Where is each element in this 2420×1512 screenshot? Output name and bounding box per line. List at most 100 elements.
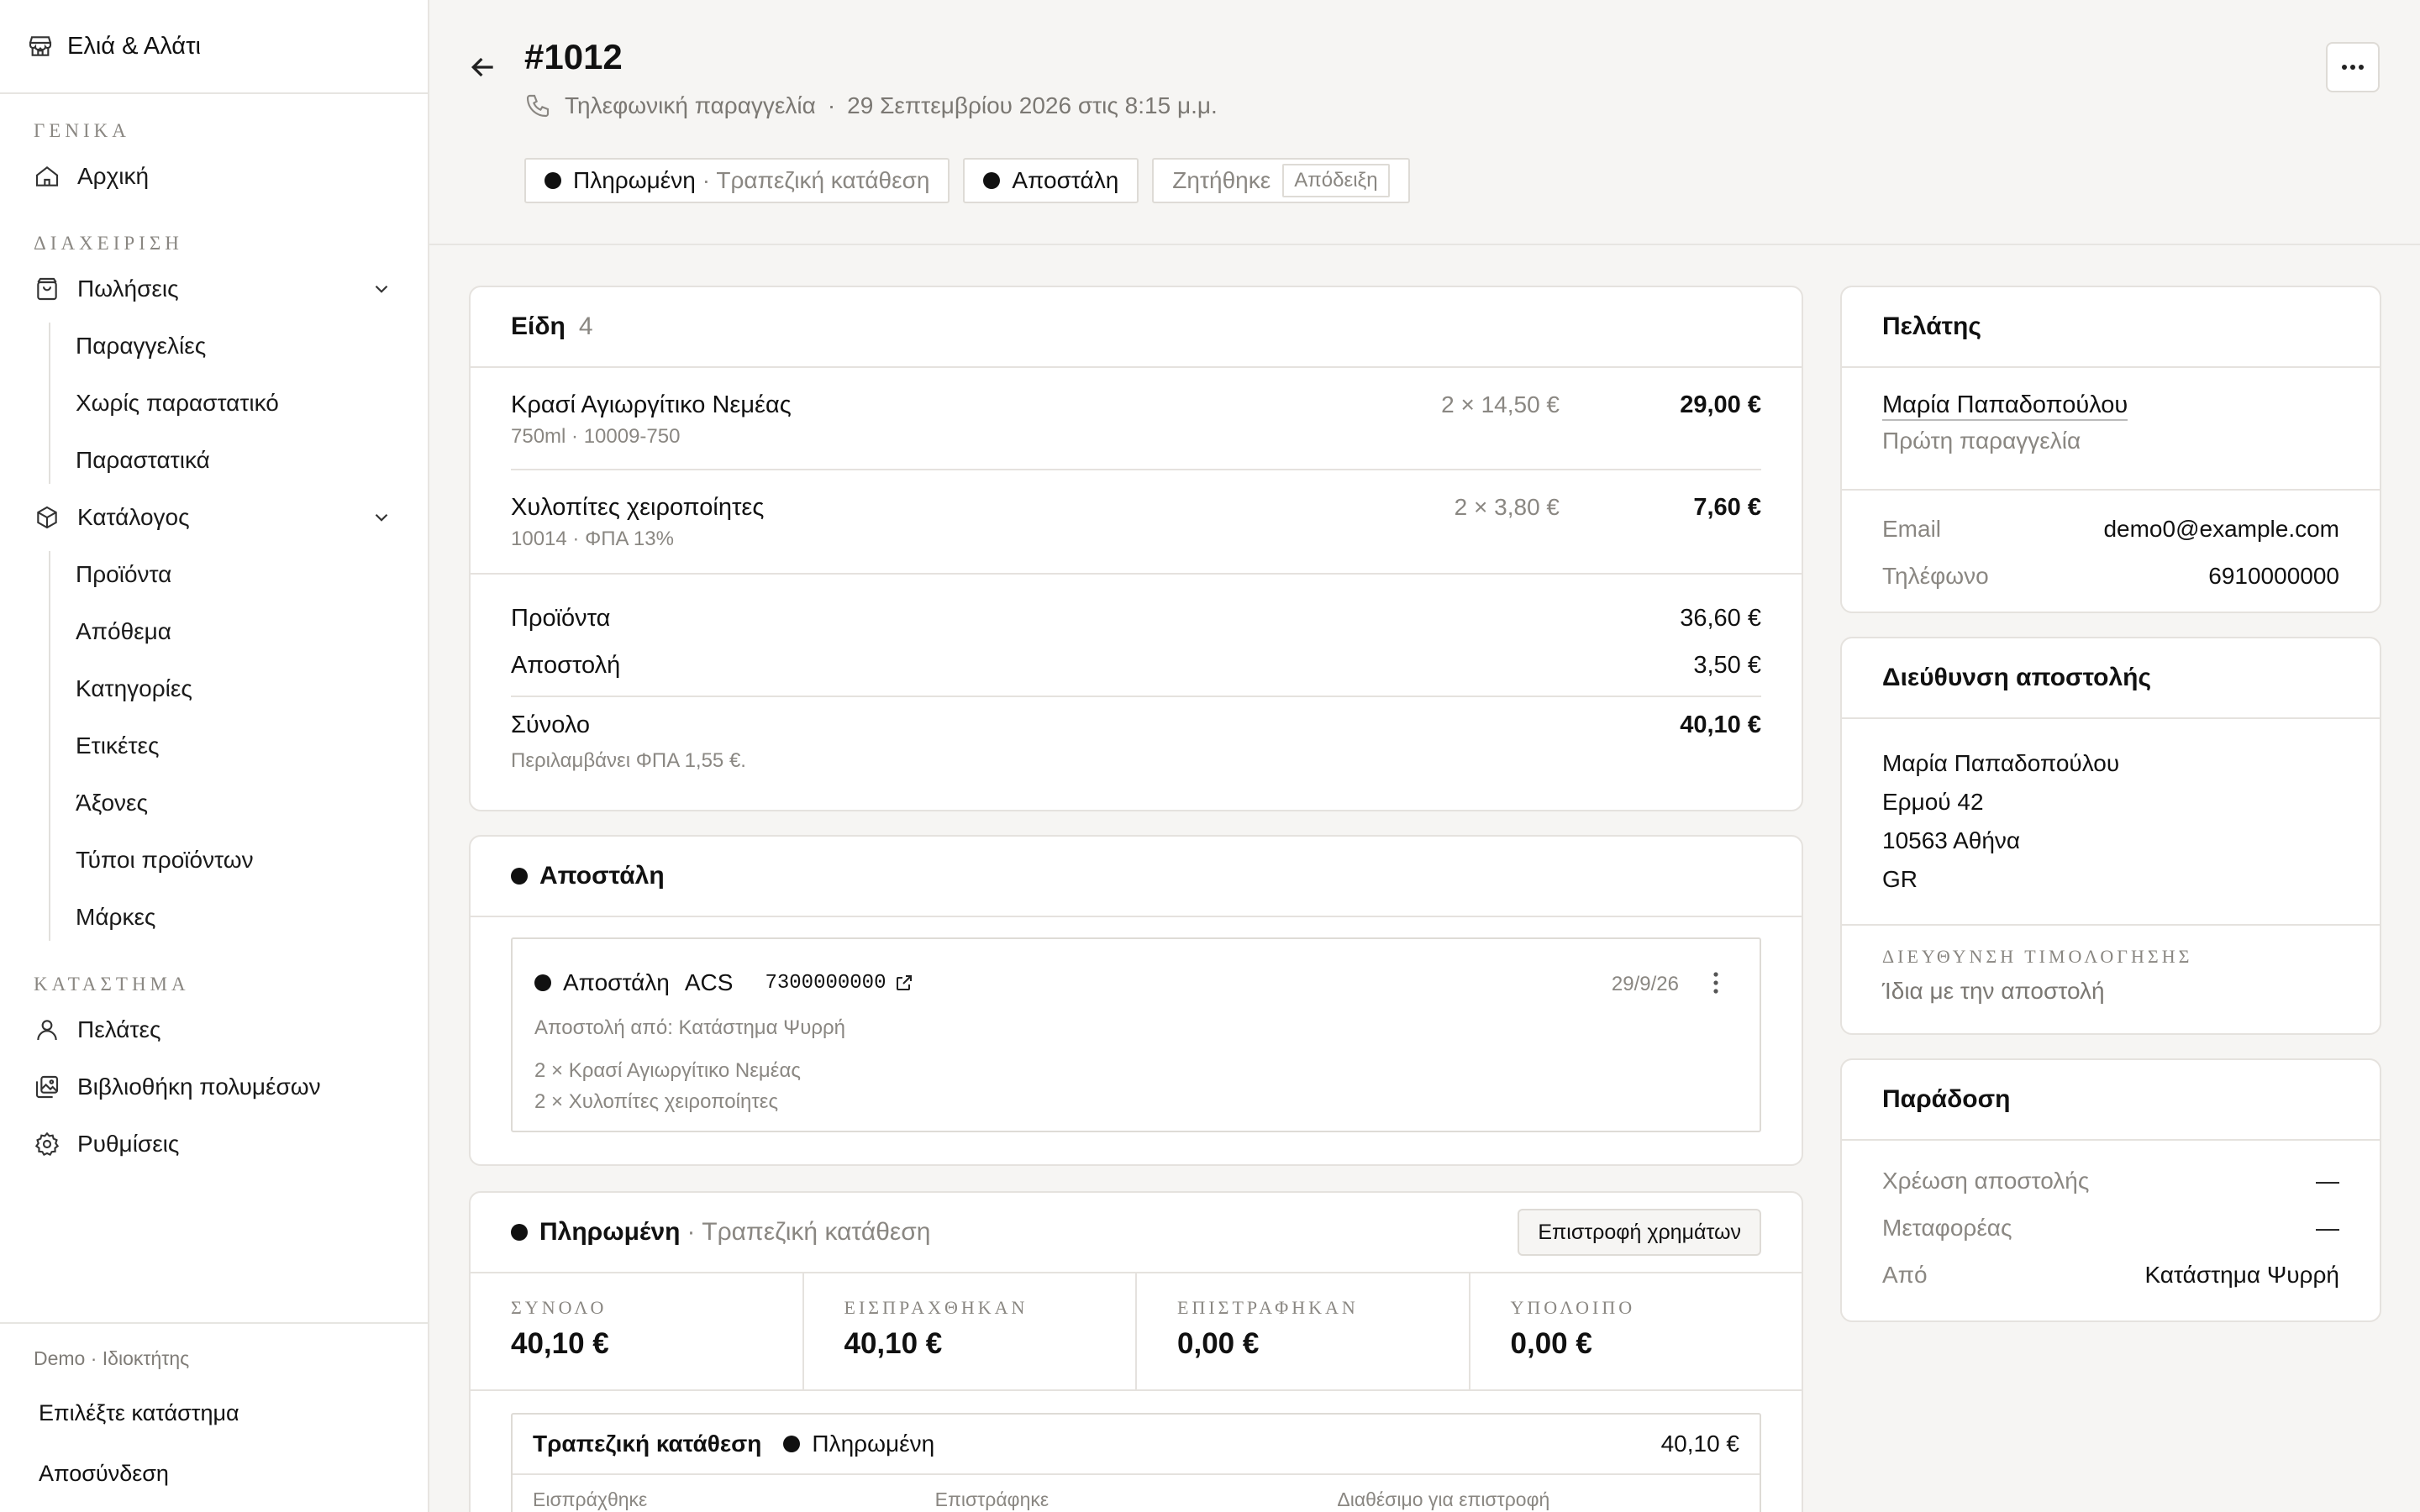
status-dot bbox=[983, 172, 1001, 189]
delivery-label: Χρέωση αποστολής bbox=[1882, 1168, 2090, 1194]
delivery-value: Κατάστημα Ψυρρή bbox=[2144, 1262, 2339, 1288]
billing-value: Ίδια με την αποστολή bbox=[1882, 978, 2105, 1004]
refund-button[interactable]: Επιστροφή χρημάτων bbox=[1518, 1209, 1761, 1256]
billing-title: ΔΙΕΥΘΥΝΣΗ ΤΙΜΟΛΟΓΗΣΗΣ bbox=[1882, 946, 2193, 967]
total-value: 40,10 € bbox=[1680, 711, 1761, 738]
total-row: Σύνολο 40,10 € bbox=[511, 696, 1761, 743]
kebab-menu-icon[interactable] bbox=[1711, 971, 1721, 995]
nav-sub-brands[interactable]: Μάρκες bbox=[0, 889, 428, 946]
delivery-row: Από Κατάστημα Ψυρρή bbox=[1842, 1252, 2380, 1299]
nav-item-label: Αρχική bbox=[77, 163, 150, 189]
nav-item-label: Πωλήσεις bbox=[77, 276, 179, 302]
card-header: Πληρωμένη · Τραπεζική κατάθεση Επιστροφή… bbox=[471, 1193, 1802, 1273]
delivery-row: Χρέωση αποστολής — bbox=[1842, 1158, 2380, 1205]
shipping-address-card: Διεύθυνση αποστολής Μαρία Παπαδοπούλου Ε… bbox=[1840, 637, 2381, 1035]
ellipsis-icon bbox=[2342, 65, 2364, 70]
nav-sub-stock[interactable]: Απόθεμα bbox=[0, 603, 428, 660]
order-meta: Τηλεφωνική παραγγελία · 29 Σεπτεμβρίου 2… bbox=[524, 92, 1218, 119]
nav-sub-documents[interactable]: Παραστατικά bbox=[0, 432, 428, 489]
more-actions-button[interactable] bbox=[2326, 42, 2380, 92]
arrow-left-icon[interactable] bbox=[466, 50, 500, 84]
shipping-row: Αποστολή 3,50 € bbox=[511, 642, 1761, 689]
nav-item-customers[interactable]: Πελάτες bbox=[0, 1001, 428, 1058]
nav-sub-categories[interactable]: Κατηγορίες bbox=[0, 660, 428, 717]
stat-label: ΕΙΣΠΡΑΧΘΗΚΑΝ bbox=[844, 1297, 1028, 1318]
sales-subnav: Παραγγελίες Χωρίς παραστατικό Παραστατικ… bbox=[0, 318, 428, 489]
nav-sub-no-document[interactable]: Χωρίς παραστατικό bbox=[0, 375, 428, 432]
carrier-name: ACS bbox=[684, 969, 734, 995]
gear-icon bbox=[34, 1131, 60, 1157]
stat-label: ΥΠΟΛΟΙΠΟ bbox=[1510, 1297, 1636, 1318]
phone-row: Τηλέφωνο 6910000000 bbox=[1842, 553, 2380, 600]
subtotal-value: 36,60 € bbox=[1680, 604, 1761, 632]
line-item[interactable]: Χυλοπίτες χειροποίητες 10014 · ΦΠΑ 13% 2… bbox=[511, 470, 1761, 573]
fulfillment-card: Αποστάλη Αποστάλη ACS 7300000000 29/9/26… bbox=[469, 835, 1803, 1166]
order-date: 29 Σεπτεμβρίου 2026 στις 8:15 μ.μ. bbox=[847, 92, 1218, 118]
phone-label: Τηλέφωνο bbox=[1882, 563, 1989, 589]
store-brand[interactable]: Ελιά & Αλάτι bbox=[0, 0, 428, 94]
nav-sub-orders[interactable]: Παραγγελίες bbox=[0, 318, 428, 375]
tracking-link[interactable]: 7300000000 bbox=[765, 972, 914, 995]
shipment-summary: Αποστάλη ACS 7300000000 bbox=[534, 969, 914, 996]
separator: · bbox=[827, 92, 836, 118]
subtotal-label: Προϊόντα bbox=[511, 604, 611, 632]
nav-item-label: Πελάτες bbox=[77, 1016, 161, 1042]
customer-name-link[interactable]: Μαρία Παπαδοπούλου bbox=[1882, 391, 2128, 421]
payment-status-badge: Πληρωμένη · Τραπεζική κατάθεση bbox=[524, 158, 950, 203]
nav-item-home[interactable]: Αρχική bbox=[0, 148, 428, 205]
logout-link[interactable]: Αποσύνδεση bbox=[0, 1443, 428, 1504]
nav-sub-tags[interactable]: Ετικέτες bbox=[0, 717, 428, 774]
phone-value[interactable]: 6910000000 bbox=[2208, 563, 2339, 590]
nav-section-manage: ΔΙΑΧΕΙΡΙΣΗ bbox=[34, 233, 183, 254]
store-icon bbox=[29, 36, 52, 56]
nav-sub-axes[interactable]: Άξονες bbox=[0, 774, 428, 832]
customer-note: Πρώτη παραγγελία bbox=[1882, 428, 2081, 454]
nav-section-store: ΚΑΤΑΣΤΗΜΑ bbox=[34, 974, 190, 995]
item-variant: 750ml · 10009-750 bbox=[511, 425, 681, 448]
payment-card: Πληρωμένη · Τραπεζική κατάθεση Επιστροφή… bbox=[469, 1191, 1803, 1512]
nav-item-sales[interactable]: Πωλήσεις bbox=[0, 260, 428, 318]
item-name[interactable]: Χυλοπίτες χειροποίητες bbox=[511, 494, 764, 522]
payment-summary: ΣΥΝΟΛΟ 40,10 € ΕΙΣΠΡΑΧΘΗΚΑΝ 40,10 € ΕΠΙΣ… bbox=[471, 1273, 1802, 1391]
stat-value: 0,00 € bbox=[1177, 1327, 1260, 1360]
transaction-amount: 40,10 € bbox=[1660, 1431, 1739, 1457]
total-label: Σύνολο bbox=[511, 711, 591, 738]
fulfillment-status-badge: Αποστάλη bbox=[963, 158, 1139, 203]
nav-item-media[interactable]: Βιβλιοθήκη πολυμέσων bbox=[0, 1058, 428, 1116]
stat-label: ΣΥΝΟΛΟ bbox=[511, 1297, 608, 1318]
order-totals: Προϊόντα 36,60 € Αποστολή 3,50 € Σύνολο … bbox=[471, 573, 1802, 773]
shipment-date: 29/9/26 bbox=[1611, 973, 1679, 995]
shipment-origin: Αποστολή από: Κατάστημα Ψυρρή bbox=[534, 1016, 845, 1039]
shipment: Αποστάλη ACS 7300000000 29/9/26 Αποστολή… bbox=[511, 937, 1761, 1132]
customer-identity: Μαρία Παπαδοπούλου Πρώτη παραγγελία bbox=[1842, 368, 2380, 491]
chevron-down-icon[interactable] bbox=[371, 278, 392, 300]
items-card: Είδη 4 Κρασί Αγιωργίτικο Νεμέας 750ml · … bbox=[469, 286, 1803, 811]
items-count: 4 bbox=[578, 312, 593, 340]
chevron-down-icon[interactable] bbox=[371, 507, 392, 528]
line-item[interactable]: Κρασί Αγιωργίτικο Νεμέας 750ml · 10009-7… bbox=[511, 368, 1761, 470]
choose-store-link[interactable]: Επιλέξτε κατάστημα bbox=[0, 1383, 428, 1443]
line-items: Κρασί Αγιωργίτικο Νεμέας 750ml · 10009-7… bbox=[471, 368, 1802, 573]
nav-item-catalog[interactable]: Κατάλογος bbox=[0, 489, 428, 546]
subtotal-row: Προϊόντα 36,60 € bbox=[511, 595, 1761, 642]
nav-item-label: Βιβλιοθήκη πολυμέσων bbox=[77, 1074, 321, 1100]
nav-item-settings[interactable]: Ρυθμίσεις bbox=[0, 1116, 428, 1173]
customer-card: Πελάτης Μαρία Παπαδοπούλου Πρώτη παραγγε… bbox=[1840, 286, 2381, 613]
item-name[interactable]: Κρασί Αγιωργίτικο Νεμέας bbox=[511, 391, 792, 419]
email-value[interactable]: demo0@example.com bbox=[2103, 516, 2339, 543]
stat-value: 0,00 € bbox=[1510, 1327, 1592, 1360]
delivery-value: — bbox=[2316, 1215, 2339, 1241]
address-line: 10563 Αθήνα bbox=[1882, 827, 2021, 853]
home-icon bbox=[35, 165, 59, 186]
nav-item-label: Κατάλογος bbox=[77, 504, 190, 530]
nav-sub-product-types[interactable]: Τύποι προϊόντων bbox=[0, 832, 428, 889]
address-line: GR bbox=[1882, 866, 1918, 892]
nav-sub-products[interactable]: Προϊόντα bbox=[0, 546, 428, 603]
transaction: Τραπεζική κατάθεση Πληρωμένη 40,10 € Εισ… bbox=[511, 1413, 1761, 1512]
badge-label: Αποστάλη bbox=[1012, 167, 1119, 193]
stat-collected: ΕΙΣΠΡΑΧΘΗΚΑΝ 40,10 € bbox=[804, 1273, 1137, 1389]
card-title: Είδη bbox=[511, 312, 566, 340]
delivery-card: Παράδοση Χρέωση αποστολής — Μεταφορέας —… bbox=[1840, 1058, 2381, 1322]
delivery-label: Μεταφορέας bbox=[1882, 1215, 2012, 1241]
column-refundable: Διαθέσιμο για επιστροφή bbox=[1337, 1488, 1550, 1510]
